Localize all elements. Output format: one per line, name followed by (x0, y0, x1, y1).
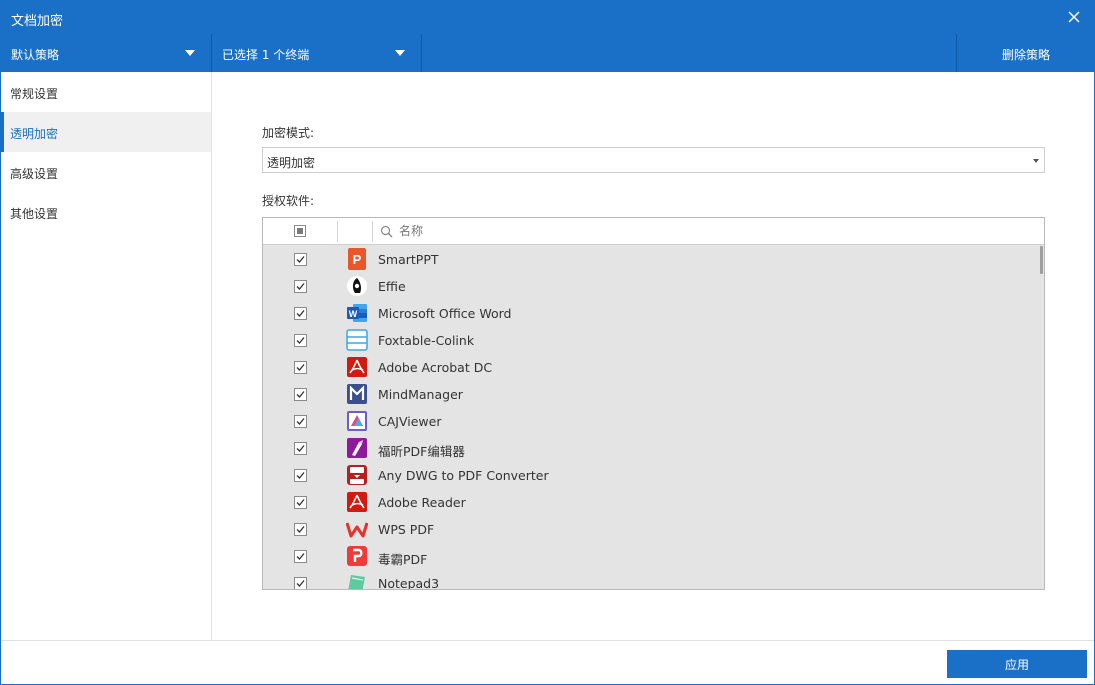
acrobat-icon (346, 356, 368, 378)
dialog-footer: 应用 (1, 640, 1094, 684)
authorized-software-label: 授权软件: (262, 194, 315, 208)
policy-toolbar: 默认策略 已选择 1 个终端 删除策略 (1, 34, 1094, 72)
software-name: Notepad3 (378, 576, 440, 590)
software-name: SmartPPT (378, 252, 439, 267)
toolbar-divider (421, 34, 422, 72)
row-checkbox[interactable] (294, 415, 307, 428)
dwg-pdf-icon (346, 464, 368, 486)
table-row[interactable]: 福昕PDF编辑器 (263, 435, 1044, 462)
main-panel: 加密模式: 透明加密 授权软件: P SmartPPT (212, 72, 1094, 640)
software-name: MindManager (378, 387, 463, 402)
software-name: 福昕PDF编辑器 (378, 444, 465, 459)
svg-text:W: W (349, 309, 358, 319)
row-checkbox[interactable] (294, 469, 307, 482)
software-name: WPS PDF (378, 522, 435, 537)
column-divider (372, 221, 373, 242)
sidebar-item-label: 其他设置 (10, 207, 59, 221)
table-row[interactable]: Any DWG to PDF Converter (263, 462, 1044, 489)
row-checkbox[interactable] (294, 577, 307, 589)
select-all-checkbox[interactable] (294, 225, 306, 237)
sidebar-item-advanced[interactable]: 高级设置 (1, 152, 211, 192)
table-row[interactable]: Adobe Reader (263, 489, 1044, 516)
sidebar-item-transparent-encryption[interactable]: 透明加密 (1, 112, 211, 152)
software-name: Adobe Reader (378, 495, 466, 510)
encryption-mode-label: 加密模式: (262, 126, 315, 140)
table-header (263, 218, 1044, 245)
chevron-down-icon (1033, 159, 1039, 163)
software-name: Effie (378, 279, 406, 294)
row-checkbox[interactable] (294, 361, 307, 374)
cajviewer-icon (346, 410, 368, 432)
duba-pdf-icon (346, 545, 368, 567)
sidebar-item-other[interactable]: 其他设置 (1, 192, 211, 232)
sidebar-item-label: 常规设置 (10, 87, 59, 101)
search-icon (380, 225, 394, 239)
row-checkbox[interactable] (294, 307, 307, 320)
software-name: CAJViewer (378, 414, 442, 429)
row-checkbox[interactable] (294, 442, 307, 455)
terminal-dropdown[interactable]: 已选择 1 个终端 (212, 34, 421, 72)
table-row[interactable]: Effie (263, 273, 1044, 300)
apply-button[interactable]: 应用 (947, 650, 1087, 678)
settings-sidebar: 常规设置 透明加密 高级设置 其他设置 (1, 72, 212, 640)
software-name: 毒霸PDF (378, 552, 428, 567)
row-checkbox[interactable] (294, 388, 307, 401)
name-search-input[interactable] (399, 221, 799, 241)
dialog-window: 文档加密 默认策略 已选择 1 个终端 删除策略 常规设置 透明加密 高级设置 (0, 0, 1095, 685)
notepad3-icon (346, 572, 368, 589)
table-row[interactable]: P SmartPPT (263, 246, 1044, 273)
table-row[interactable]: Foxtable-Colink (263, 327, 1044, 354)
software-name: Microsoft Office Word (378, 306, 512, 321)
encryption-mode-value: 透明加密 (267, 156, 316, 170)
row-checkbox[interactable] (294, 253, 307, 266)
sidebar-item-label: 透明加密 (10, 127, 59, 141)
delete-policy-label: 删除策略 (1002, 48, 1051, 62)
foxtable-icon (346, 329, 368, 351)
software-name: Adobe Acrobat DC (378, 360, 493, 375)
sidebar-item-general[interactable]: 常规设置 (1, 72, 211, 112)
smartppt-icon: P (346, 248, 368, 270)
policy-dropdown-label: 默认策略 (11, 48, 60, 62)
row-checkbox[interactable] (294, 334, 307, 347)
window-title: 文档加密 (11, 14, 64, 29)
mindmanager-icon (346, 383, 368, 405)
software-table: P SmartPPT Effie W Microsoft Office Word (262, 217, 1045, 590)
table-row[interactable]: 毒霸PDF (263, 543, 1044, 570)
software-name: Foxtable-Colink (378, 333, 475, 348)
table-row[interactable]: MindManager (263, 381, 1044, 408)
terminal-dropdown-label: 已选择 1 个终端 (222, 48, 310, 62)
close-icon[interactable] (1062, 5, 1086, 29)
column-divider (337, 221, 338, 242)
sidebar-item-label: 高级设置 (10, 167, 59, 181)
adobe-reader-icon (346, 491, 368, 513)
wps-pdf-icon (345, 518, 369, 540)
row-checkbox[interactable] (294, 550, 307, 563)
table-row[interactable]: WPS PDF (263, 516, 1044, 543)
word-icon: W (346, 302, 368, 324)
table-row[interactable]: Notepad3 (263, 570, 1044, 590)
svg-text:P: P (353, 252, 362, 267)
row-checkbox[interactable] (294, 280, 307, 293)
delete-policy-button[interactable]: 删除策略 (957, 34, 1094, 72)
chevron-down-icon (185, 50, 195, 56)
list-scrollbar[interactable] (1040, 246, 1043, 274)
effie-icon (346, 275, 368, 297)
software-name: Any DWG to PDF Converter (378, 468, 549, 483)
chevron-down-icon (395, 50, 405, 56)
table-row[interactable]: W Microsoft Office Word (263, 300, 1044, 327)
encryption-mode-select[interactable]: 透明加密 (262, 147, 1045, 173)
foxit-icon (346, 437, 368, 459)
table-row[interactable]: Adobe Acrobat DC (263, 354, 1044, 381)
row-checkbox[interactable] (294, 523, 307, 536)
table-row[interactable]: CAJViewer (263, 408, 1044, 435)
row-checkbox[interactable] (294, 496, 307, 509)
title-bar: 文档加密 (1, 1, 1094, 34)
policy-dropdown[interactable]: 默认策略 (1, 34, 211, 72)
